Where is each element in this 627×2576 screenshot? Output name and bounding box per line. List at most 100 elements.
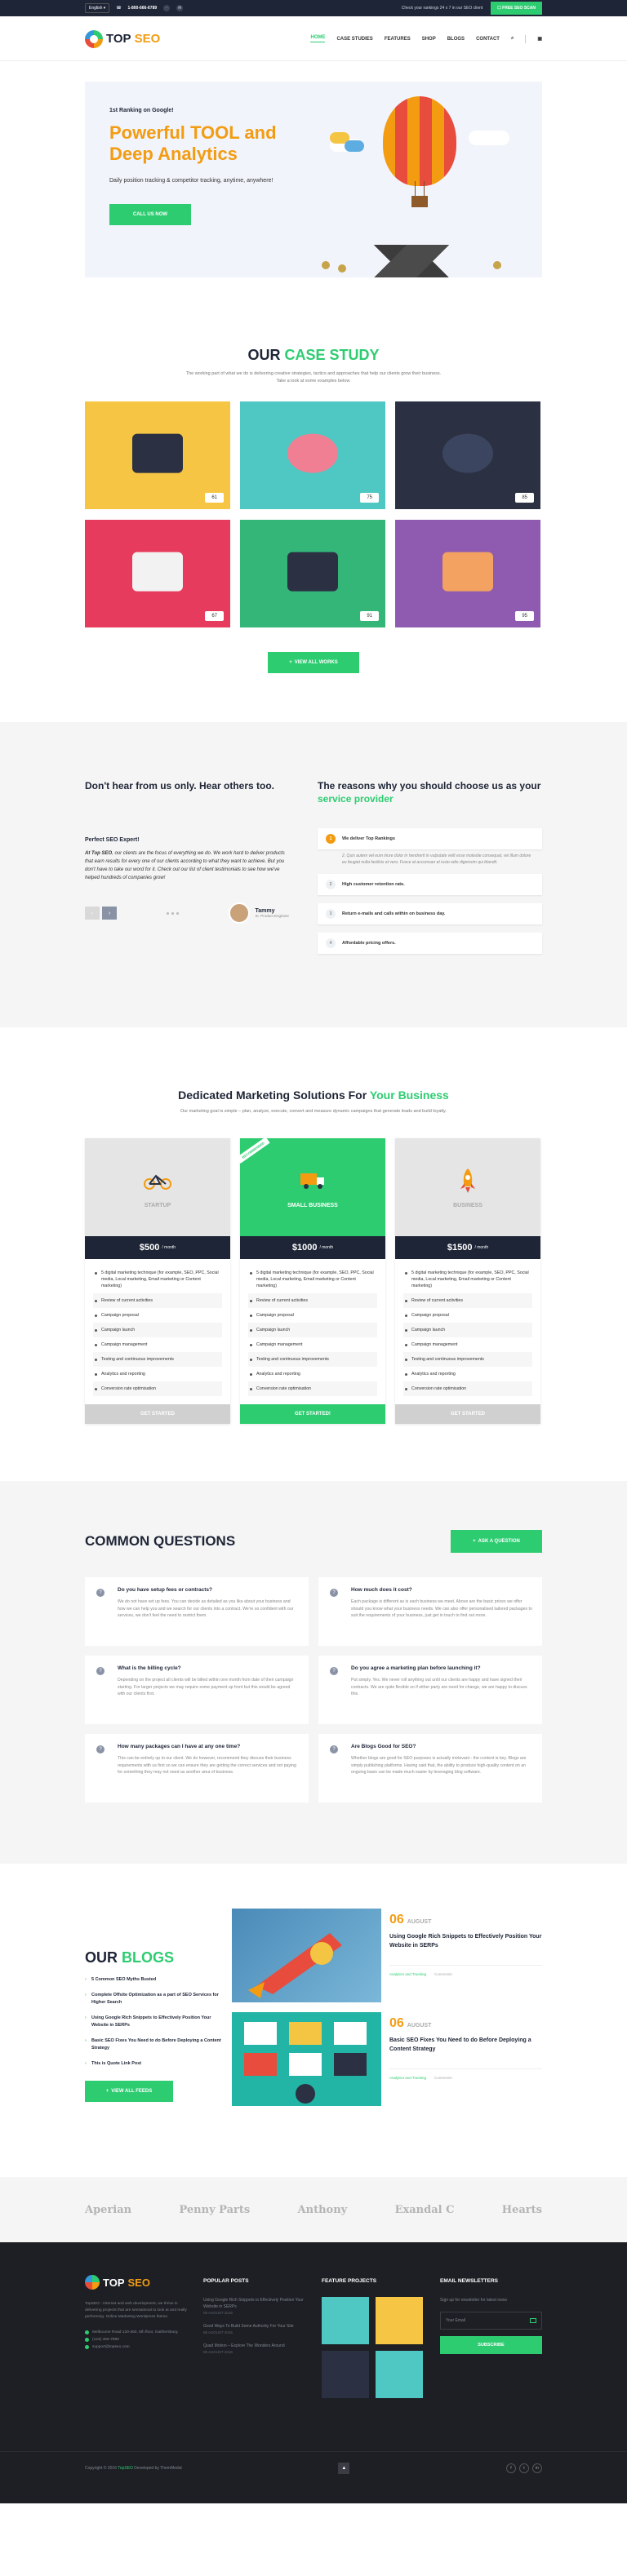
envelope-icon (530, 2318, 536, 2323)
scroll-top-icon[interactable]: ▲ (338, 2463, 350, 2474)
subscribe-button[interactable]: SUBSCRIBE (440, 2336, 542, 2354)
popular-post-link[interactable]: Quad Motion – Explore The Wonders Around (203, 2343, 305, 2349)
search-icon[interactable]: ⌕ (511, 36, 514, 42)
plan-feature: Analytics and reporting (248, 1367, 377, 1381)
call-us-button[interactable]: CALL US NOW (109, 204, 191, 225)
project-thumbnail[interactable] (322, 2297, 369, 2344)
post-day: 06 (389, 2016, 404, 2030)
author-role: Sr. Product Engineer (255, 914, 289, 918)
blog-link[interactable]: 5 Common SEO Myths Busted (85, 1976, 224, 1984)
faq-section: COMMON QUESTIONS + ASK A QUESTION ? Do yo… (0, 1481, 627, 1864)
dashboard-illustration-image[interactable] (232, 2012, 381, 2106)
reason-body: 2. Quis autem vel eum iriure dolor in he… (342, 853, 531, 865)
view-all-works-button[interactable]: + VIEW ALL WORKS (268, 652, 359, 673)
free-seo-scan-button[interactable]: ☐ FREE SEO SCAN (491, 2, 542, 15)
footer-address: Melbourne Road 120-360, 6th floor, Gaith… (92, 2330, 178, 2334)
rocket-icon (454, 1167, 482, 1195)
popular-post-link[interactable]: Good Ways To Build Some Authority For Yo… (203, 2323, 305, 2330)
case-tile[interactable]: 67 (85, 520, 230, 627)
get-started-button[interactable]: GET STARTED (85, 1404, 230, 1424)
prev-arrow-icon[interactable]: ‹ (85, 907, 100, 920)
reason-number: 1 (326, 834, 336, 844)
project-thumbnail[interactable] (376, 2297, 423, 2344)
case-tile[interactable]: 61 (85, 401, 230, 509)
pricing-section: Dedicated Marketing Solutions For Your B… (0, 1027, 627, 1481)
faq-question: How much does it cost? (351, 1587, 412, 1593)
case-tile[interactable]: 85 (395, 401, 540, 509)
nav-features[interactable]: FEATURES (385, 37, 411, 42)
faq-answer: We do not have set up fees. You can deci… (118, 1599, 294, 1618)
client-logo: Hearts (501, 2203, 542, 2216)
plan-price-period: / month (162, 1245, 176, 1250)
plan-feature: Campaign proposal (248, 1308, 377, 1323)
post-comments[interactable]: Comments (434, 2076, 452, 2080)
mail-icon[interactable]: ✉ (176, 5, 184, 11)
nav-blogs[interactable]: BLOGS (447, 37, 465, 42)
newsletter-email-field[interactable]: Your Email (440, 2312, 542, 2330)
reason-item[interactable]: 2 High customer retention rate. (318, 874, 542, 895)
post-title[interactable]: Using Google Rich Snippets to Effectivel… (389, 1932, 542, 1950)
blog-link[interactable]: Basic SEO Fixes You Need to do Before De… (85, 2037, 224, 2052)
footer-projects: FEATURE PROJECTS (322, 2275, 424, 2398)
cart-icon[interactable]: ▣ (537, 36, 542, 42)
logo[interactable]: TOP SEO (85, 29, 161, 48)
quote-title: Perfect SEO Expert! (85, 837, 140, 843)
plan-price-period: / month (474, 1245, 489, 1250)
view-all-works-label: VIEW ALL WORKS (294, 660, 338, 665)
reason-item[interactable]: 3 Return e-mails and calls within on busi… (318, 903, 542, 924)
view-all-feeds-button[interactable]: + VIEW ALL FEEDS (85, 2081, 173, 2102)
nav-home[interactable]: HOME (310, 35, 326, 42)
footer-email[interactable]: support@topseo.com (92, 2343, 130, 2351)
reason-item[interactable]: 4 Affordable pricing offers. (318, 933, 542, 954)
plan-features: 5 digital marketing technique (for examp… (240, 1259, 385, 1396)
nav-contact[interactable]: CONTACT (476, 37, 500, 42)
blog-link[interactable]: This is Quote Link Post (85, 2060, 224, 2068)
faq-question: Are Blogs Good for SEO? (351, 1744, 416, 1749)
next-arrow-icon[interactable]: › (102, 907, 117, 920)
get-started-button[interactable]: GET STARTED (395, 1404, 540, 1424)
case-study-title-a: OUR (247, 347, 285, 363)
client-logo: Exandal C (394, 2203, 455, 2216)
carousel-dots[interactable] (167, 911, 180, 915)
get-started-button[interactable]: GET STARTED! (240, 1404, 385, 1424)
reason-label: High customer retention rate. (342, 882, 405, 887)
plan-feature: Conversion rate optimisation (248, 1381, 377, 1396)
post-title[interactable]: Basic SEO Fixes You Need to do Before De… (389, 2036, 542, 2054)
plan-feature: 5 digital marketing technique (for examp… (403, 1266, 532, 1293)
thinking-head-icon (442, 433, 493, 473)
popular-post-link[interactable]: Using Google Rich Snippets to Effectivel… (203, 2297, 305, 2310)
blog-link[interactable]: Using Google Rich Snippets to Effectivel… (85, 2015, 224, 2029)
copyright-c: Developed by ThemMedal (132, 2466, 182, 2471)
view-all-feeds-label: VIEW ALL FEEDS (111, 2089, 153, 2094)
logo-top: TOP (106, 32, 131, 46)
faq-answer: This can be entirely up to our client. W… (118, 1756, 296, 1775)
question-icon: ? (330, 1667, 338, 1675)
ask-question-button[interactable]: + ASK A QUESTION (451, 1530, 542, 1553)
language-select[interactable]: English ▾ (85, 3, 110, 13)
case-tile[interactable]: 95 (395, 520, 540, 627)
faq-item: ? Are Blogs Good for SEO? Whether blogs ar… (318, 1734, 542, 1802)
post-comments[interactable]: Comments (434, 1972, 452, 1976)
project-thumbnail[interactable] (376, 2351, 423, 2398)
balloon-basket (411, 196, 428, 207)
hero-title: Powerful TOOL and Deep Analytics (109, 122, 277, 164)
rocket-man-image[interactable] (232, 1909, 381, 2002)
post-category[interactable]: Analytics and Tracking (389, 1972, 426, 1976)
balloon-rope (415, 181, 425, 196)
twitter-icon[interactable]: t (519, 2463, 529, 2473)
nav-shop[interactable]: SHOP (422, 37, 436, 42)
reason-item[interactable]: 1 We deliver Top Rankings (318, 828, 542, 849)
logo-seo: SEO (134, 32, 161, 46)
facebook-icon[interactable]: f (506, 2463, 516, 2473)
post-month: AUGUST (407, 1919, 432, 1925)
case-tile[interactable]: 75 (240, 401, 385, 509)
nav-case-studies[interactable]: CASE STUDIES (336, 37, 372, 42)
post-category[interactable]: Analytics and Tracking (389, 2076, 426, 2080)
footer-logo[interactable]: TOP SEO (85, 2275, 187, 2290)
linkedin-icon[interactable]: in (532, 2463, 542, 2473)
faq-title: COMMON QUESTIONS (85, 1533, 236, 1549)
project-thumbnail[interactable] (322, 2351, 369, 2398)
chat-icon[interactable]: ◦ (163, 5, 171, 11)
case-tile[interactable]: 91 (240, 520, 385, 627)
blog-link[interactable]: Complete Offsite Optimization as a part … (85, 1992, 224, 2006)
